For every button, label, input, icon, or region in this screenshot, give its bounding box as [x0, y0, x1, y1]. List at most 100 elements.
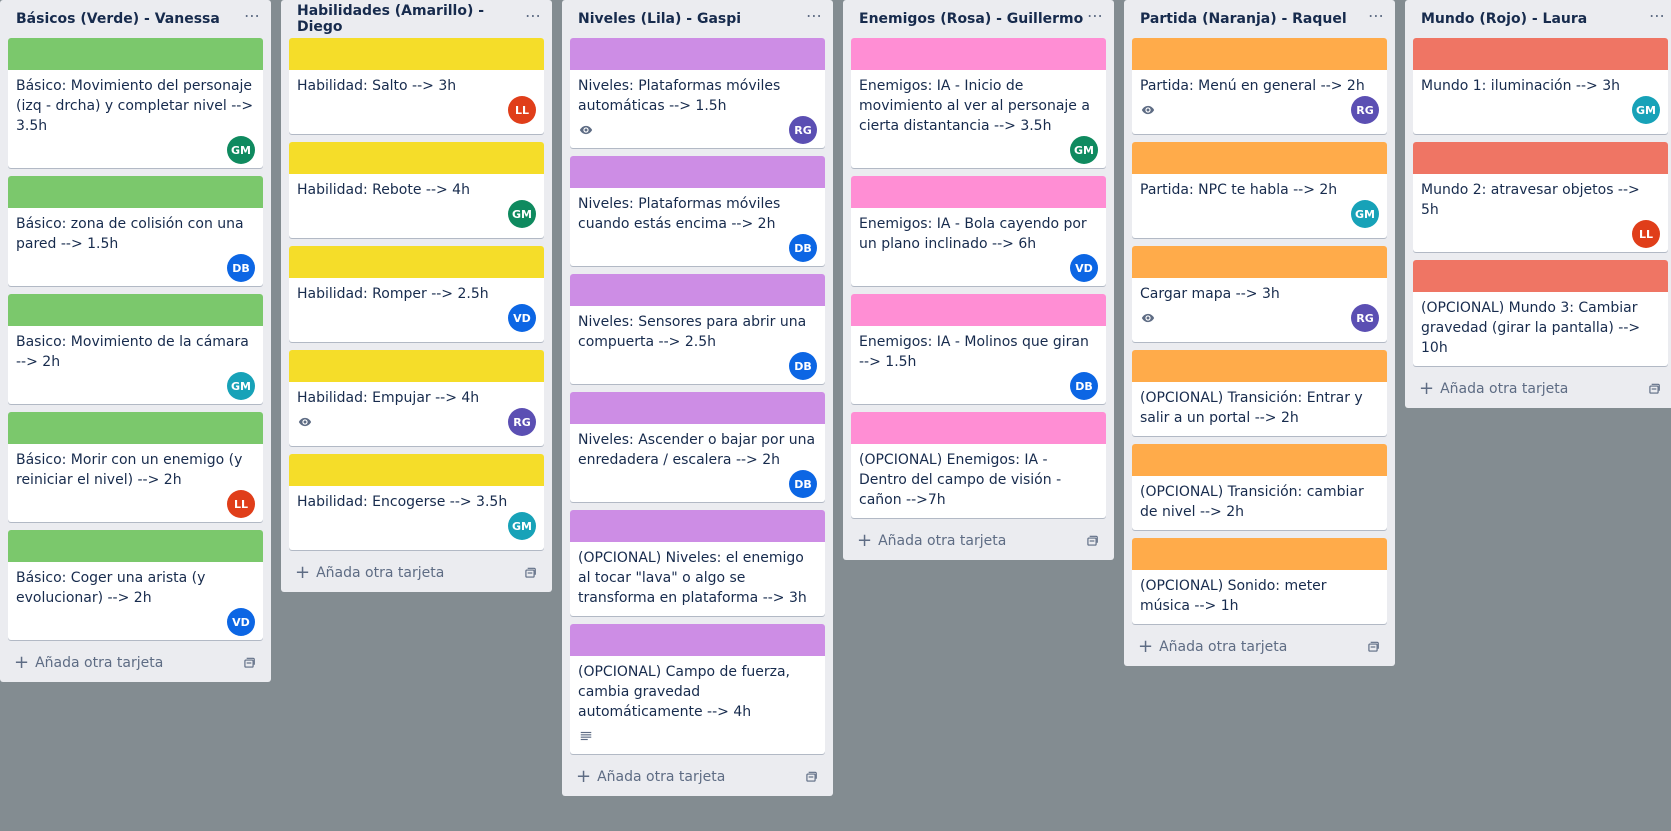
avatar[interactable]: DB: [789, 470, 817, 498]
card-body: Niveles: Plataformas móviles automáticas…: [570, 70, 825, 148]
avatar[interactable]: RG: [508, 408, 536, 436]
add-card-label: Añada otra tarjeta: [35, 655, 164, 671]
card-template-icon[interactable]: [522, 565, 538, 581]
card-footer: DB: [859, 372, 1098, 402]
card[interactable]: (OPCIONAL) Transición: Entrar y salir a …: [1132, 350, 1387, 436]
avatar[interactable]: RG: [789, 116, 817, 144]
card-footer: VD: [16, 608, 255, 638]
card[interactable]: Niveles: Sensores para abrir una compuer…: [570, 274, 825, 384]
list-title[interactable]: Habilidades (Amarillo) - Diego: [297, 3, 525, 35]
card-title: (OPCIONAL) Enemigos: IA - Dentro del cam…: [859, 452, 1062, 508]
list-title[interactable]: Básicos (Verde) - Vanessa: [16, 11, 220, 27]
card-footer: RG: [1140, 304, 1379, 334]
list-title[interactable]: Niveles (Lila) - Gaspi: [578, 11, 741, 27]
card-template-icon[interactable]: [1365, 639, 1381, 655]
avatar[interactable]: GM: [508, 512, 536, 540]
card-body: (OPCIONAL) Transición: cambiar de nivel …: [1132, 476, 1387, 530]
add-card-button[interactable]: + Añada otra tarjeta: [1419, 380, 1568, 398]
avatar[interactable]: DB: [789, 234, 817, 262]
add-card-button[interactable]: + Añada otra tarjeta: [1138, 638, 1287, 656]
card-template-icon[interactable]: [1646, 381, 1662, 397]
card-body: (OPCIONAL) Niveles: el enemigo al tocar …: [570, 542, 825, 616]
card[interactable]: Básico: Morir con un enemigo (y reinicia…: [8, 412, 263, 522]
card[interactable]: Enemigos: IA - Molinos que giran --> 1.5…: [851, 294, 1106, 404]
card-title: Mundo 1: iluminación --> 3h: [1421, 78, 1620, 94]
list: Partida (Naranja) - Raquel ⋯ Partida: Menú…: [1124, 0, 1395, 666]
list-title[interactable]: Partida (Naranja) - Raquel: [1140, 11, 1347, 27]
card[interactable]: Enemigos: IA - Bola cayendo por un plano…: [851, 176, 1106, 286]
avatar[interactable]: DB: [789, 352, 817, 380]
card-title: Niveles: Sensores para abrir una compuer…: [578, 314, 807, 350]
avatar[interactable]: DB: [227, 254, 255, 282]
card[interactable]: Mundo 1: iluminación --> 3h GM: [1413, 38, 1668, 134]
card[interactable]: (OPCIONAL) Enemigos: IA - Dentro del cam…: [851, 412, 1106, 518]
avatar[interactable]: LL: [1632, 220, 1660, 248]
list: Mundo (Rojo) - Laura ⋯ Mundo 1: iluminació…: [1405, 0, 1671, 408]
list-menu-icon[interactable]: ⋯: [525, 8, 542, 30]
add-card-button[interactable]: + Añada otra tarjeta: [295, 564, 444, 582]
list-menu-icon[interactable]: ⋯: [244, 8, 261, 30]
list-title[interactable]: Mundo (Rojo) - Laura: [1421, 11, 1587, 27]
card-cover: [8, 412, 263, 444]
card[interactable]: Mundo 2: atravesar objetos --> 5h LL: [1413, 142, 1668, 252]
card[interactable]: (OPCIONAL) Mundo 3: Cambiar gravedad (gi…: [1413, 260, 1668, 366]
card[interactable]: (OPCIONAL) Sonido: meter música --> 1h: [1132, 538, 1387, 624]
avatar[interactable]: VD: [508, 304, 536, 332]
card[interactable]: Habilidad: Empujar --> 4h RG: [289, 350, 544, 446]
card-cover: [851, 38, 1106, 70]
card-footer: GM: [1421, 96, 1660, 126]
avatar[interactable]: GM: [227, 136, 255, 164]
avatar[interactable]: RG: [1351, 96, 1379, 124]
card[interactable]: Niveles: Plataformas móviles cuando está…: [570, 156, 825, 266]
avatar[interactable]: LL: [227, 490, 255, 518]
avatar[interactable]: GM: [1632, 96, 1660, 124]
list-menu-icon[interactable]: ⋯: [806, 8, 823, 30]
card[interactable]: (OPCIONAL) Niveles: el enemigo al tocar …: [570, 510, 825, 616]
list-menu-icon[interactable]: ⋯: [1087, 8, 1104, 30]
avatar[interactable]: RG: [1351, 304, 1379, 332]
avatar[interactable]: DB: [1070, 372, 1098, 400]
avatar[interactable]: GM: [1070, 136, 1098, 164]
card-template-icon[interactable]: [241, 655, 257, 671]
add-card-button[interactable]: + Añada otra tarjeta: [857, 532, 1006, 550]
avatar[interactable]: GM: [508, 200, 536, 228]
avatar[interactable]: VD: [227, 608, 255, 636]
card[interactable]: Basico: Movimiento de la cámara --> 2h GM: [8, 294, 263, 404]
card-body: Niveles: Sensores para abrir una compuer…: [570, 306, 825, 384]
card[interactable]: (OPCIONAL) Transición: cambiar de nivel …: [1132, 444, 1387, 530]
card[interactable]: Enemigos: IA - Inicio de movimiento al v…: [851, 38, 1106, 168]
add-card-button[interactable]: + Añada otra tarjeta: [576, 768, 725, 786]
avatar[interactable]: LL: [508, 96, 536, 124]
card[interactable]: Cargar mapa --> 3h RG: [1132, 246, 1387, 342]
card[interactable]: Habilidad: Romper --> 2.5h VD: [289, 246, 544, 342]
card-title: Niveles: Ascender o bajar por una enreda…: [578, 432, 816, 468]
avatar[interactable]: GM: [227, 372, 255, 400]
card-badges: [578, 728, 594, 744]
card-title: Niveles: Plataformas móviles cuando está…: [578, 196, 781, 232]
card-template-icon[interactable]: [1084, 533, 1100, 549]
card[interactable]: Niveles: Plataformas móviles automáticas…: [570, 38, 825, 148]
card[interactable]: Habilidad: Rebote --> 4h GM: [289, 142, 544, 238]
card[interactable]: (OPCIONAL) Campo de fuerza, cambia grave…: [570, 624, 825, 754]
plus-icon: +: [1138, 636, 1154, 657]
card[interactable]: Niveles: Ascender o bajar por una enreda…: [570, 392, 825, 502]
card[interactable]: Básico: Movimiento del personaje (izq - …: [8, 38, 263, 168]
avatar[interactable]: VD: [1070, 254, 1098, 282]
add-card-button[interactable]: + Añada otra tarjeta: [14, 654, 163, 672]
list-title[interactable]: Enemigos (Rosa) - Guillermo: [859, 11, 1083, 27]
card-list: Básico: Movimiento del personaje (izq - …: [8, 38, 263, 640]
card[interactable]: Básico: zona de colisión con una pared -…: [8, 176, 263, 286]
card[interactable]: Partida: NPC te habla --> 2h GM: [1132, 142, 1387, 238]
list-menu-icon[interactable]: ⋯: [1649, 8, 1666, 30]
card[interactable]: Habilidad: Salto --> 3h LL: [289, 38, 544, 134]
card[interactable]: Habilidad: Encogerse --> 3.5h GM: [289, 454, 544, 550]
card-body: Básico: zona de colisión con una pared -…: [8, 208, 263, 286]
card-body: (OPCIONAL) Sonido: meter música --> 1h: [1132, 570, 1387, 624]
card-cover: [570, 274, 825, 306]
card-template-icon[interactable]: [803, 769, 819, 785]
avatar[interactable]: GM: [1351, 200, 1379, 228]
list-menu-icon[interactable]: ⋯: [1368, 8, 1385, 30]
card-cover: [1132, 38, 1387, 70]
card[interactable]: Básico: Coger una arista (y evolucionar)…: [8, 530, 263, 640]
card[interactable]: Partida: Menú en general --> 2h RG: [1132, 38, 1387, 134]
